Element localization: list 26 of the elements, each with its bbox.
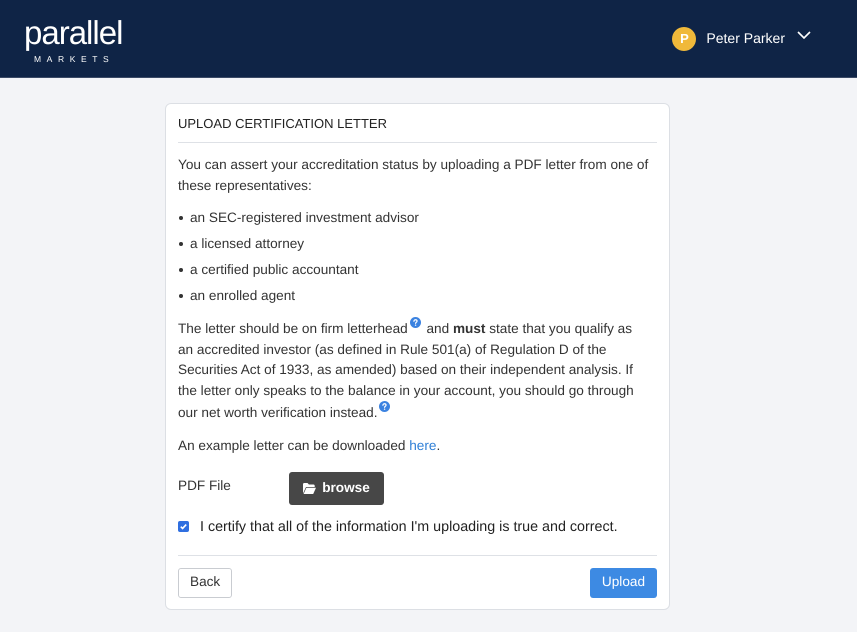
back-button[interactable]: Back — [178, 568, 232, 598]
card-title: UPLOAD CERTIFICATION LETTER — [178, 115, 388, 132]
help-icon[interactable] — [410, 317, 421, 328]
browse-button[interactable]: browse — [289, 472, 384, 504]
bullet-icon — [179, 268, 183, 272]
bullet-icon — [179, 216, 183, 220]
example-sentence: An example letter can be downloaded here. — [178, 436, 442, 455]
certify-label[interactable]: I certify that all of the information I'm uploading is true and correct. — [200, 518, 618, 536]
certify-checkbox[interactable] — [178, 521, 189, 532]
intro-paragraph: You can assert your accreditation status by uploading a PDF letter from one of these representatives: — [178, 156, 650, 195]
notice-paragraph: The letter should be on firm letterhead and must state that you qualify as an accredited investor (as defined in Rule 501(a) of Regulation D of the Securities Act of 1933, as amended) based on their independent analysis. If the letter only speaks to the balance in your account, you should go through our net worth verification instead. — [178, 317, 648, 424]
user-name[interactable]: Peter Parker — [706, 28, 785, 49]
chevron-down-icon[interactable] — [797, 30, 811, 38]
list-item-text: an enrolled agent — [190, 287, 296, 305]
upload-button[interactable]: Upload — [590, 568, 657, 598]
logo-wordmark: parallel — [24, 16, 122, 48]
list-item-text: an SEC-registered investment advisor — [190, 209, 419, 227]
bullet-icon — [179, 242, 183, 246]
logo-subtitle: MARKETS — [34, 54, 114, 64]
list-item-text: a certified public accountant — [190, 261, 359, 279]
folder-icon — [303, 482, 316, 494]
list-item-text: a licensed attorney — [190, 235, 304, 253]
bullet-icon — [179, 294, 183, 298]
help-icon[interactable] — [379, 401, 390, 412]
download-link[interactable]: here — [409, 438, 436, 452]
pdf-file-label: PDF File — [178, 476, 232, 494]
